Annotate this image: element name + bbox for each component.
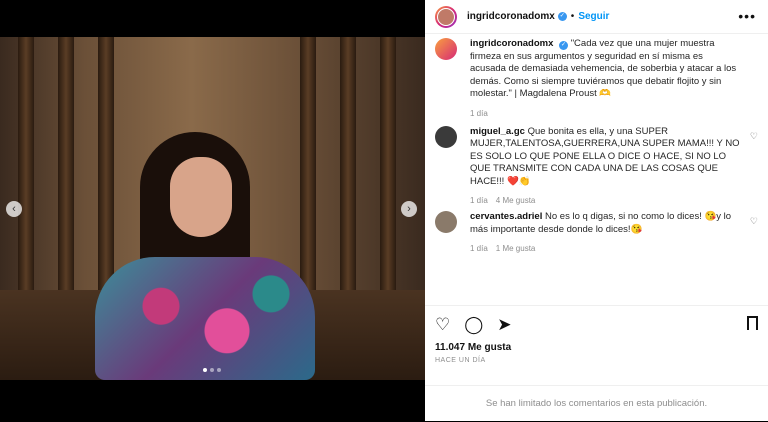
caption-username[interactable]: ingridcoronadomx bbox=[470, 38, 553, 49]
comment-likes[interactable]: 4 Me gusta bbox=[496, 196, 536, 205]
verified-icon: ✓ bbox=[557, 12, 567, 21]
comment-avatar[interactable] bbox=[435, 211, 457, 233]
avatar[interactable] bbox=[435, 5, 457, 28]
post-header: ingridcoronadomx ✓ • Seguir ••• bbox=[425, 0, 768, 34]
more-options-icon[interactable]: ••• bbox=[738, 8, 756, 24]
caption-meta: 1 día bbox=[470, 109, 740, 118]
comment-text: miguel_a.gc Que bonita es ella, y una SU… bbox=[470, 126, 740, 189]
comment-item: cervantes.adriel No es lo q digas, si no… bbox=[425, 211, 768, 253]
likes-count[interactable]: 11.047 Me gusta bbox=[425, 342, 768, 353]
caption: ingridcoronadomx ✓ "Cada vez que una muj… bbox=[425, 38, 768, 118]
carousel-dots bbox=[203, 368, 221, 372]
comments-limited-notice: Se han limitado los comentarios en esta … bbox=[425, 385, 768, 422]
carousel-dot bbox=[217, 368, 221, 372]
header-username[interactable]: ingridcoronadomx bbox=[467, 11, 555, 22]
comment-time: 1 día bbox=[470, 196, 488, 205]
floral-blouse bbox=[95, 257, 315, 380]
post-media: ‹ › bbox=[0, 0, 425, 421]
comment-time: 1 día bbox=[470, 244, 488, 253]
woman-portrait bbox=[95, 132, 315, 380]
posted-ago: HACE UN DÍA bbox=[435, 357, 486, 364]
caption-avatar[interactable] bbox=[435, 38, 457, 60]
face bbox=[170, 157, 232, 237]
comment-text: cervantes.adriel No es lo q digas, si no… bbox=[470, 211, 740, 236]
heart-icon[interactable]: ♡ bbox=[435, 316, 450, 333]
comment-meta: 1 día 1 Me gusta bbox=[470, 244, 740, 253]
comment-meta: 1 día 4 Me gusta bbox=[470, 196, 740, 205]
post-panel: ingridcoronadomx ✓ • Seguir ••• ingridco… bbox=[425, 0, 768, 421]
comment-item: miguel_a.gc Que bonita es ella, y una SU… bbox=[425, 125, 768, 205]
comment-username[interactable]: miguel_a.gc bbox=[470, 126, 525, 137]
follow-button[interactable]: Seguir bbox=[578, 11, 609, 22]
comment-likes[interactable]: 1 Me gusta bbox=[496, 244, 536, 253]
post-photo bbox=[0, 37, 425, 380]
share-icon[interactable]: ➤ bbox=[497, 316, 511, 333]
like-comment-heart-icon[interactable]: ♡ bbox=[750, 216, 758, 227]
separator-dot: • bbox=[570, 11, 575, 22]
avatar-image bbox=[437, 7, 455, 26]
carousel-dot bbox=[210, 368, 214, 372]
bookmark-icon[interactable] bbox=[747, 316, 758, 330]
action-icons: ♡ ◯ ➤ bbox=[425, 306, 768, 342]
carousel-dot bbox=[203, 368, 207, 372]
verified-icon: ✓ bbox=[559, 41, 569, 50]
next-arrow-icon[interactable]: › bbox=[401, 201, 417, 217]
post-actions: ♡ ◯ ➤ 11.047 Me gusta HACE UN DÍA bbox=[425, 305, 768, 364]
comment-username[interactable]: cervantes.adriel bbox=[470, 211, 542, 222]
caption-text: ingridcoronadomx ✓ "Cada vez que una muj… bbox=[470, 38, 740, 101]
like-comment-heart-icon[interactable]: ♡ bbox=[750, 131, 758, 142]
caption-time: 1 día bbox=[470, 108, 488, 118]
prev-arrow-icon[interactable]: ‹ bbox=[6, 201, 22, 217]
comment-icon[interactable]: ◯ bbox=[464, 316, 483, 333]
comment-avatar[interactable] bbox=[435, 125, 457, 148]
comments-list[interactable]: ingridcoronadomx ✓ "Cada vez que una muj… bbox=[425, 38, 768, 300]
